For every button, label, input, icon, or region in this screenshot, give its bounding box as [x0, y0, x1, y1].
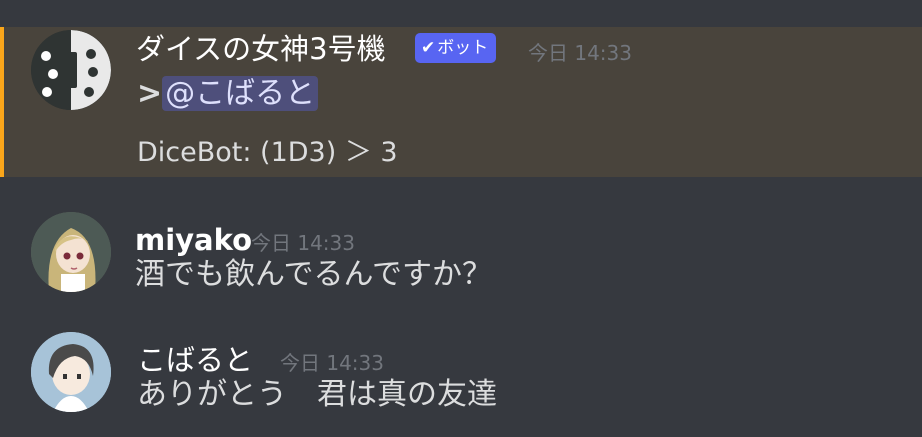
anime-girl-avatar: [31, 212, 111, 292]
dice-icon: [31, 30, 111, 110]
message-miyako: miyako 今日 14:33 酒でも飲んでるんですか？: [0, 200, 922, 310]
bot-badge: ✔ ボット: [415, 33, 497, 63]
dice-result: DiceBot: (1D3) ＞ 3: [137, 137, 398, 168]
bot-username[interactable]: ダイスの女神3号機: [136, 31, 386, 67]
message-line: > @こばると: [137, 75, 319, 113]
message-text: ありがとう 君は真の友達: [137, 377, 497, 412]
anime-boy-avatar: [31, 332, 111, 412]
username-kobaruto[interactable]: こばると: [137, 342, 253, 378]
message-bot-dice: ダイスの女神3号機 ✔ ボット 今日 14:33 > @こばると DiceBot: …: [0, 27, 922, 177]
message-timestamp[interactable]: 今日 14:33: [280, 349, 384, 377]
message-kobaruto: こばると 今日 14:33 ありがとう 君は真の友達: [0, 320, 922, 437]
user-avatar[interactable]: [31, 212, 111, 292]
username-miyako[interactable]: miyako: [135, 222, 252, 258]
message-timestamp[interactable]: 今日 14:33: [251, 229, 355, 257]
bot-badge-label: ボット: [437, 38, 489, 58]
verified-check-icon: ✔: [421, 38, 436, 58]
user-mention[interactable]: @こばると: [162, 76, 319, 111]
message-timestamp[interactable]: 今日 14:33: [528, 39, 632, 67]
quote-prefix: >: [137, 76, 163, 111]
message-text: 酒でも飲んでるんですか？: [135, 257, 492, 292]
bot-avatar[interactable]: [31, 30, 111, 110]
user-avatar[interactable]: [31, 332, 111, 412]
